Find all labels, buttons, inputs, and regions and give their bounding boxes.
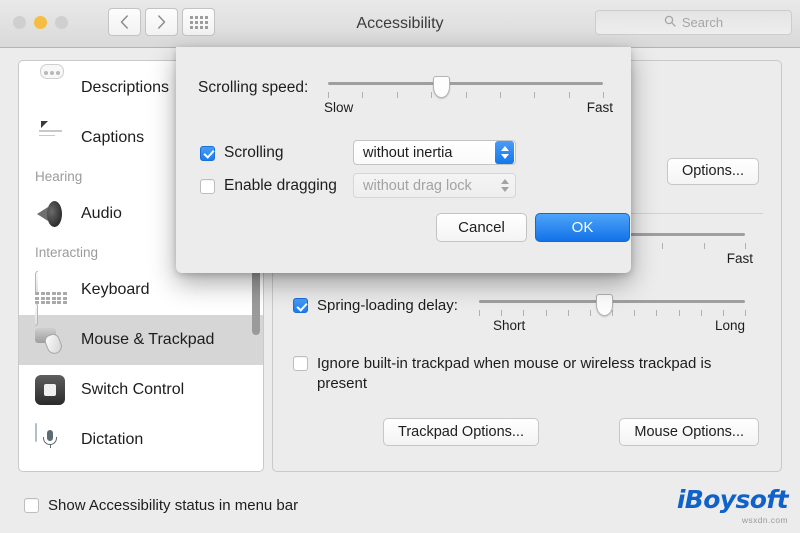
- scrolling-speed-slider[interactable]: Slow Fast: [328, 76, 603, 124]
- slider-max-label: Long: [715, 318, 745, 333]
- chevron-up-down-icon[interactable]: [495, 141, 514, 164]
- sidebar-item-mouse-trackpad[interactable]: Mouse & Trackpad: [19, 315, 264, 365]
- search-icon: [664, 14, 676, 32]
- window-footer: Show Accessibility status in menu bar iB…: [0, 485, 800, 533]
- captions-icon: [35, 122, 67, 154]
- scrolling-mode-value: without inertia: [354, 145, 495, 161]
- enable-dragging-row: Enable dragging: [200, 177, 337, 195]
- sidebar-item-label: Switch Control: [81, 381, 184, 399]
- trackpad-options-button[interactable]: Trackpad Options...: [383, 418, 539, 446]
- drag-lock-dropdown[interactable]: without drag lock: [353, 173, 516, 198]
- spring-loading-checkbox[interactable]: [293, 298, 308, 313]
- search-field[interactable]: Search: [595, 10, 792, 35]
- slider-max-label: Fast: [587, 100, 613, 115]
- scrolling-speed-label: Scrolling speed:: [198, 79, 308, 97]
- slider-min-label: Short: [493, 318, 525, 333]
- scrolling-row: Scrolling: [200, 144, 283, 162]
- accessibility-preferences-window: Accessibility Search Descriptions: [0, 0, 800, 533]
- search-placeholder: Search: [682, 15, 723, 30]
- spring-loading-label: Spring-loading delay:: [317, 297, 458, 314]
- drag-lock-value: without drag lock: [354, 178, 495, 194]
- cancel-button[interactable]: Cancel: [436, 213, 527, 242]
- slider-ticks: [328, 92, 603, 98]
- show-accessibility-status-label: Show Accessibility status in menu bar: [48, 497, 298, 514]
- iboysoft-logo-text: iBoysoft: [677, 487, 788, 512]
- slider-ticks: [479, 310, 745, 316]
- sidebar-item-label: Descriptions: [81, 79, 169, 97]
- ok-button[interactable]: OK: [535, 213, 630, 242]
- slider-max-label: Fast: [727, 251, 753, 266]
- audio-icon: [35, 198, 67, 230]
- trackpad-options-sheet: Scrolling speed: Slow Fast Scrolling wit…: [176, 47, 631, 273]
- mouse-trackpad-icon: [35, 324, 67, 356]
- iboysoft-watermark: iBoysoft wsxdn.com: [677, 487, 788, 525]
- show-accessibility-status-row: Show Accessibility status in menu bar: [24, 497, 298, 514]
- ignore-trackpad-checkbox[interactable]: [293, 356, 308, 371]
- spring-loading-delay-slider[interactable]: Short Long: [479, 294, 745, 338]
- chevron-up-down-icon[interactable]: [495, 174, 514, 197]
- sidebar-item-label: Audio: [81, 205, 122, 223]
- slider-knob[interactable]: [596, 294, 613, 316]
- descriptions-icon: [35, 72, 67, 104]
- slider-min-label: Slow: [324, 100, 353, 115]
- show-accessibility-status-checkbox[interactable]: [24, 498, 39, 513]
- sidebar-item-switch-control[interactable]: Switch Control: [19, 365, 264, 415]
- spring-loading-row: Spring-loading delay:: [293, 297, 458, 314]
- sidebar-item-label: Mouse & Trackpad: [81, 331, 214, 349]
- slider-knob[interactable]: [433, 76, 450, 98]
- enable-dragging-checkbox[interactable]: [200, 179, 215, 194]
- window-toolbar: Accessibility Search: [0, 0, 800, 48]
- watermark-domain: wsxdn.com: [677, 515, 788, 525]
- scrolling-label: Scrolling: [224, 144, 283, 162]
- switch-control-icon: [35, 374, 67, 406]
- sidebar-item-label: Keyboard: [81, 281, 150, 299]
- sidebar-item-label: Dictation: [81, 431, 143, 449]
- scrolling-mode-dropdown[interactable]: without inertia: [353, 140, 516, 165]
- scrolling-checkbox[interactable]: [200, 146, 215, 161]
- enable-dragging-label: Enable dragging: [224, 177, 337, 195]
- dictation-icon: [35, 424, 67, 456]
- sidebar-item-dictation[interactable]: Dictation: [19, 415, 264, 465]
- ignore-trackpad-label: Ignore built-in trackpad when mouse or w…: [317, 354, 747, 395]
- ignore-trackpad-row: Ignore built-in trackpad when mouse or w…: [293, 354, 763, 395]
- mouse-options-button[interactable]: Mouse Options...: [619, 418, 759, 446]
- keyboard-icon: [35, 274, 67, 306]
- options-button[interactable]: Options...: [667, 158, 759, 185]
- slider-track: [328, 82, 603, 85]
- sidebar-item-label: Captions: [81, 129, 144, 147]
